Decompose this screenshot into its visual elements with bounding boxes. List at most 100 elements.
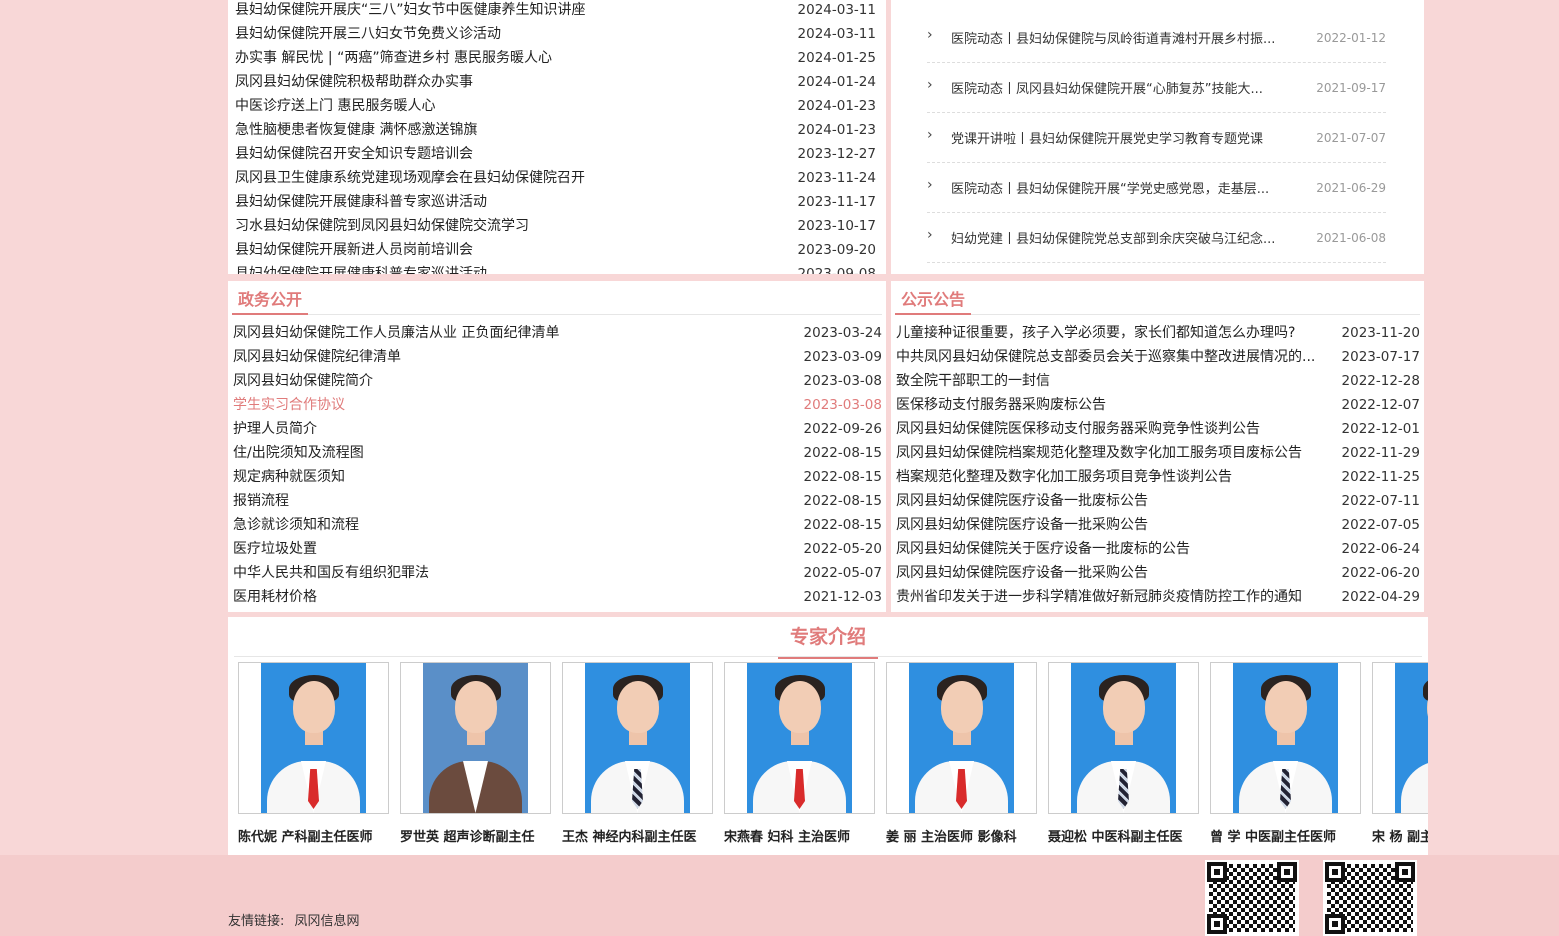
news-item[interactable]: 中共凤冈县妇幼保健院总支部委员会关于巡察集中整改进展情况的... 2023-07-… bbox=[896, 345, 1420, 369]
news-item[interactable]: 护理人员简介 2022-09-26 bbox=[233, 417, 882, 441]
news-item[interactable]: 凤冈县妇幼保健院医保移动支付服务器采购竞争性谈判公告 2022-12-01 bbox=[896, 417, 1420, 441]
news-title[interactable]: 办实事 解民忧 | “两癌”筛查进乡村 惠民服务暖人心 bbox=[235, 46, 798, 70]
news-title[interactable]: 县妇幼保健院开展庆“三八”妇女节中医健康养生知识讲座 bbox=[235, 0, 798, 22]
news-title[interactable]: 县妇幼保健院召开安全知识专题培训会 bbox=[235, 142, 798, 166]
expert-caption[interactable]: 聂迎松 中医科副主任医 bbox=[1048, 826, 1199, 845]
news-title[interactable]: 妇幼党建丨县妇幼保健院党总支部到余庆突破乌江纪念... bbox=[951, 228, 1304, 247]
news-item[interactable]: 凤冈县妇幼保健院档案规范化整理及数字化加工服务项目废标公告 2022-11-29 bbox=[896, 441, 1420, 465]
news-title[interactable]: 凤冈县妇幼保健院医疗设备一批采购公告 bbox=[896, 561, 1342, 585]
expert-photo[interactable] bbox=[400, 662, 551, 814]
news-title[interactable]: 中共凤冈县妇幼保健院总支部委员会关于巡察集中整改进展情况的... bbox=[896, 345, 1342, 369]
news-item[interactable]: 档案规范化整理及数字化加工服务项目竞争性谈判公告 2022-11-25 bbox=[896, 465, 1420, 489]
expert-card[interactable]: 罗世英 超声诊断副主任 bbox=[400, 662, 551, 845]
news-title[interactable]: 档案规范化整理及数字化加工服务项目竞争性谈判公告 bbox=[896, 465, 1342, 489]
news-item[interactable]: 急性脑梗患者恢复健康 满怀感激送锦旗 2024-01-23 bbox=[235, 118, 876, 142]
expert-card[interactable]: 王杰 神经内科副主任医 bbox=[562, 662, 713, 845]
news-item[interactable]: 县妇幼保健院开展三八妇女节免费义诊活动 2024-03-11 bbox=[235, 22, 876, 46]
news-item[interactable]: › 医院动态丨凤冈县妇幼保健院开展“心肺复苏”技能大... 2021-09-17 bbox=[927, 63, 1386, 113]
news-item[interactable]: 习水县妇幼保健院到凤冈县妇幼保健院交流学习 2023-10-17 bbox=[235, 214, 876, 238]
news-title[interactable]: 凤冈县妇幼保健院纪律清单 bbox=[233, 345, 804, 369]
expert-caption[interactable]: 姜 丽 主治医师 影像科 bbox=[886, 826, 1037, 845]
expert-photo[interactable] bbox=[238, 662, 389, 814]
news-item[interactable]: › 医院动态丨县妇幼保健院开展“学党史感党恩，走基层... 2021-06-29 bbox=[927, 163, 1386, 213]
expert-caption[interactable]: 罗世英 超声诊断副主任 bbox=[400, 826, 551, 845]
news-item[interactable]: 办实事 解民忧 | “两癌”筛查进乡村 惠民服务暖人心 2024-01-25 bbox=[235, 46, 876, 70]
news-title[interactable]: 中华人民共和国反有组织犯罪法 bbox=[233, 561, 804, 585]
news-title[interactable]: 县妇幼保健院开展三八妇女节免费义诊活动 bbox=[235, 22, 798, 46]
news-item[interactable]: 学生实习合作协议 2023-03-08 bbox=[233, 393, 882, 417]
news-item[interactable]: 医疗垃圾处置 2022-05-20 bbox=[233, 537, 882, 561]
news-item[interactable]: 凤冈县妇幼保健院医疗设备一批采购公告 2022-06-20 bbox=[896, 561, 1420, 585]
news-title[interactable]: 医保移动支付服务器采购废标公告 bbox=[896, 393, 1342, 417]
expert-card[interactable]: 宋燕春 妇科 主治医师 bbox=[724, 662, 875, 845]
news-title[interactable]: 学生实习合作协议 bbox=[233, 393, 804, 417]
news-title[interactable]: 急诊就诊须知和流程 bbox=[233, 513, 804, 537]
expert-card[interactable]: 曾 学 中医副主任医师 bbox=[1210, 662, 1361, 845]
news-item[interactable]: 凤冈县妇幼保健院简介 2023-03-08 bbox=[233, 369, 882, 393]
news-title[interactable]: 凤冈县妇幼保健院医疗设备一批废标公告 bbox=[896, 489, 1342, 513]
expert-photo[interactable] bbox=[1048, 662, 1199, 814]
news-title[interactable]: 致全院干部职工的一封信 bbox=[896, 369, 1342, 393]
news-title[interactable]: 凤冈县妇幼保健院关于医疗设备一批废标的公告 bbox=[896, 537, 1342, 561]
news-title[interactable]: 凤冈县妇幼保健院简介 bbox=[233, 369, 804, 393]
news-title[interactable]: 医院动态丨凤冈县妇幼保健院开展“心肺复苏”技能大... bbox=[951, 78, 1304, 97]
news-item[interactable]: 报销流程 2022-08-15 bbox=[233, 489, 882, 513]
news-item[interactable]: 儿童接种证很重要，孩子入学必须要，家长们都知道怎么办理吗? 2023-11-20 bbox=[896, 321, 1420, 345]
expert-photo[interactable] bbox=[886, 662, 1037, 814]
news-item[interactable]: 凤冈县妇幼保健院纪律清单 2023-03-09 bbox=[233, 345, 882, 369]
news-item[interactable]: 县妇幼保健院开展庆“三八”妇女节中医健康养生知识讲座 2024-03-11 bbox=[235, 0, 876, 22]
news-title[interactable]: 医用耗材价格 bbox=[233, 585, 804, 609]
news-item[interactable]: 医用耗材价格 2021-12-03 bbox=[233, 585, 882, 609]
news-title[interactable]: 规定病种就医须知 bbox=[233, 465, 804, 489]
expert-card[interactable]: 聂迎松 中医科副主任医 bbox=[1048, 662, 1199, 845]
news-item[interactable]: 凤冈县卫生健康系统党建现场观摩会在县妇幼保健院召开 2023-11-24 bbox=[235, 166, 876, 190]
news-title[interactable]: 医院动态丨县妇幼保健院与凤岭街道青滩村开展乡村振... bbox=[951, 28, 1304, 47]
expert-photo[interactable] bbox=[1372, 662, 1428, 814]
expert-card[interactable]: 陈代妮 产科副主任医师 bbox=[238, 662, 389, 845]
news-item[interactable]: 中医诊疗送上门 惠民服务暖人心 2024-01-23 bbox=[235, 94, 876, 118]
news-title[interactable]: 凤冈县妇幼保健院医疗设备一批采购公告 bbox=[896, 513, 1342, 537]
expert-caption[interactable]: 曾 学 中医副主任医师 bbox=[1210, 826, 1361, 845]
news-item[interactable]: 规定病种就医须知 2022-08-15 bbox=[233, 465, 882, 489]
news-item[interactable]: › 妇幼党建丨县妇幼保健院党总支部到余庆突破乌江纪念... 2021-06-08 bbox=[927, 213, 1386, 263]
news-title[interactable]: 凤冈县妇幼保健院医保移动支付服务器采购竞争性谈判公告 bbox=[896, 417, 1342, 441]
expert-caption[interactable]: 王杰 神经内科副主任医 bbox=[562, 826, 713, 845]
news-item[interactable]: 急诊就诊须知和流程 2022-08-15 bbox=[233, 513, 882, 537]
friend-link[interactable]: 凤冈信息网 bbox=[295, 914, 360, 929]
news-item[interactable]: 贵州省印发关于进一步科学精准做好新冠肺炎疫情防控工作的通知 2022-04-29 bbox=[896, 585, 1420, 609]
news-item[interactable]: 县妇幼保健院召开安全知识专题培训会 2023-12-27 bbox=[235, 142, 876, 166]
expert-photo[interactable] bbox=[1210, 662, 1361, 814]
news-item[interactable]: 凤冈县妇幼保健院医疗设备一批废标公告 2022-07-11 bbox=[896, 489, 1420, 513]
news-item[interactable]: 凤冈县妇幼保健院关于医疗设备一批废标的公告 2022-06-24 bbox=[896, 537, 1420, 561]
news-title[interactable]: 县妇幼保健院开展健康科普专家巡讲活动 bbox=[235, 190, 798, 214]
news-title[interactable]: 医院动态丨县妇幼保健院开展“学党史感党恩，走基层... bbox=[951, 178, 1304, 197]
news-item[interactable]: 住/出院须知及流程图 2022-08-15 bbox=[233, 441, 882, 465]
news-item[interactable]: 县妇幼保健院开展健康科普专家巡讲活动 2023-11-17 bbox=[235, 190, 876, 214]
expert-card[interactable]: 姜 丽 主治医师 影像科 bbox=[886, 662, 1037, 845]
news-title[interactable]: 中医诊疗送上门 惠民服务暖人心 bbox=[235, 94, 798, 118]
news-title[interactable]: 凤冈县卫生健康系统党建现场观摩会在县妇幼保健院召开 bbox=[235, 166, 798, 190]
news-title[interactable]: 凤冈县妇幼保健院档案规范化整理及数字化加工服务项目废标公告 bbox=[896, 441, 1342, 465]
news-item[interactable]: 中华人民共和国反有组织犯罪法 2022-05-07 bbox=[233, 561, 882, 585]
expert-photo[interactable] bbox=[562, 662, 713, 814]
news-title[interactable]: 凤冈县妇幼保健院积极帮助群众办实事 bbox=[235, 70, 798, 94]
expert-card[interactable]: 宋 杨 副主任医师 bbox=[1372, 662, 1428, 845]
news-item[interactable]: 医保移动支付服务器采购废标公告 2022-12-07 bbox=[896, 393, 1420, 417]
news-item[interactable]: 致全院干部职工的一封信 2022-12-28 bbox=[896, 369, 1420, 393]
expert-photo[interactable] bbox=[724, 662, 875, 814]
news-title[interactable]: 护理人员简介 bbox=[233, 417, 804, 441]
news-title[interactable]: 医疗垃圾处置 bbox=[233, 537, 804, 561]
news-item[interactable]: 县妇幼保健院开展健康科普专家巡讲活动 2023-09-08 bbox=[235, 262, 876, 274]
news-item[interactable]: › 医院动态丨县妇幼保健院与凤岭街道青滩村开展乡村振... 2022-01-12 bbox=[927, 13, 1386, 63]
news-title[interactable]: 报销流程 bbox=[233, 489, 804, 513]
news-item[interactable]: 凤冈县妇幼保健院工作人员廉洁从业 正负面纪律清单 2023-03-24 bbox=[233, 321, 882, 345]
expert-caption[interactable]: 陈代妮 产科副主任医师 bbox=[238, 826, 389, 845]
news-title[interactable]: 儿童接种证很重要，孩子入学必须要，家长们都知道怎么办理吗? bbox=[896, 321, 1342, 345]
news-title[interactable]: 党课开讲啦丨县妇幼保健院开展党史学习教育专题党课 bbox=[951, 128, 1304, 147]
news-title[interactable]: 贵州省印发关于进一步科学精准做好新冠肺炎疫情防控工作的通知 bbox=[896, 585, 1342, 609]
news-title[interactable]: 县妇幼保健院开展健康科普专家巡讲活动 bbox=[235, 262, 798, 274]
news-item[interactable]: 县妇幼保健院开展新进人员岗前培训会 2023-09-20 bbox=[235, 238, 876, 262]
news-title[interactable]: 凤冈县妇幼保健院工作人员廉洁从业 正负面纪律清单 bbox=[233, 321, 804, 345]
news-title[interactable]: 习水县妇幼保健院到凤冈县妇幼保健院交流学习 bbox=[235, 214, 798, 238]
news-title[interactable]: 住/出院须知及流程图 bbox=[233, 441, 804, 465]
